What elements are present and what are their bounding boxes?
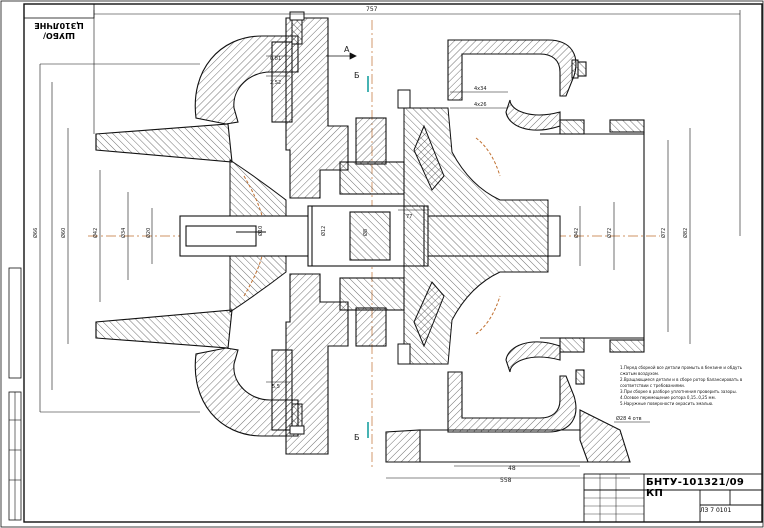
dim-shaft-3: Ø8 (362, 229, 369, 236)
turbocharger-drawing: 757 А Б Б 0,81 2,52 5,5 4x34 4x26 77 48 … (0, 0, 764, 528)
dim-foot: Ø28 4 отв (616, 415, 642, 422)
dim-shaft-1: Ø10 (257, 226, 264, 236)
technical-requirements: 1.Перед сборкой все детали промыть в бен… (620, 365, 760, 407)
turbine-wheel (403, 107, 561, 365)
dim-bottom-short: 48 (508, 465, 516, 472)
dim-left-3: Ø42 (92, 228, 99, 238)
dim-left-1: Ø66 (32, 228, 39, 238)
dim-tr-2: 4x26 (474, 102, 487, 108)
dim-right-3: Ø82 (682, 228, 689, 238)
dim-shaft-2: Ø12 (320, 226, 327, 236)
note-1: 1.Перед сборкой все детали промыть в бен… (620, 365, 743, 376)
drawing-code: БНТУ-101321/09 КП (646, 477, 745, 499)
view-a-label: А (344, 45, 350, 54)
side-document-code: ШУБО/ЦЗ10ЛЧНЕ (34, 21, 84, 40)
dim-left-5: Ø20 (145, 228, 152, 238)
dim-right-1: Ø42 (573, 228, 580, 238)
section-b-top-label: Б (354, 71, 360, 80)
dim-tr-1: 4x34 (474, 86, 487, 92)
sheet-number: ЛЗ 7 0101 (700, 507, 732, 514)
dim-bottom-long: 558 (500, 477, 512, 484)
view-arrow (326, 52, 357, 60)
dim-right-2: Ø72 (606, 228, 613, 238)
dim-overall: 757 (366, 6, 378, 13)
dim-small-4: 5,5 (272, 384, 280, 390)
dim-left-4: Ø34 (120, 228, 127, 238)
dim-small-1: 77 (406, 214, 412, 220)
note-2: 2.Вращающиеся детали и в сборе ротор бал… (620, 377, 743, 388)
dim-right-mid: Ø72 (660, 228, 667, 238)
dim-left-2: Ø60 (60, 228, 67, 238)
dim-small-2: 0,81 (270, 56, 281, 62)
note-5: 5.Наружные поверхности окрасить эмалью. (620, 401, 714, 406)
section-b-bottom-label: Б (354, 433, 360, 442)
dim-small-3: 2,52 (270, 80, 281, 86)
